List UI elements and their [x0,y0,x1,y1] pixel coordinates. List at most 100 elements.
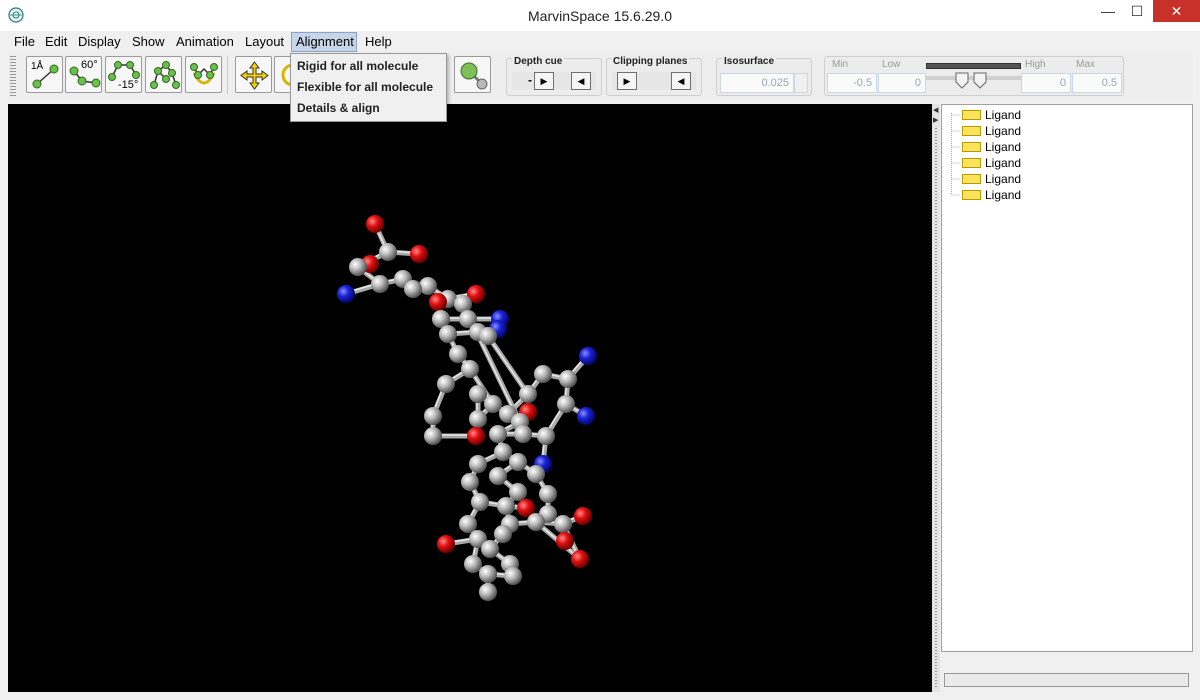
isosurface-spinner[interactable] [794,73,808,93]
carbon-atom [489,425,507,443]
folder-icon [962,125,981,136]
menu-alignment[interactable]: Alignment [296,34,354,49]
folder-icon [962,157,981,168]
carbon-atom [489,467,507,485]
measure-distance-button[interactable]: 1Å [26,56,63,93]
tree-item-ligand-3[interactable]: Ligand [962,140,1021,154]
carbon-atom [559,370,577,388]
range-thumbs-icon[interactable] [955,72,991,90]
carbon-atom [469,385,487,403]
tree-item-ligand-6[interactable]: Ligand [962,188,1021,202]
select-fragment-button[interactable] [145,56,182,93]
measure-angle-label: 60° [81,59,98,71]
carbon-atom [527,465,545,483]
carbon-atom [557,395,575,413]
menu-help[interactable]: Help [365,34,392,49]
carbon-atom [404,280,422,298]
isosurface-input[interactable]: 0.025 [720,73,794,93]
range-low-input[interactable]: 0 [878,73,926,93]
tree-item-label: Ligand [985,108,1022,122]
nitrogen-atom [577,407,595,425]
carbon-atom [519,385,537,403]
ring-select-icon [190,63,218,85]
toolbar-separator [227,56,228,94]
carbon-atom [537,427,555,445]
oxygen-atom [467,427,485,445]
range-min-input[interactable]: -0.5 [827,73,877,93]
folder-icon [962,141,981,152]
oxygen-atom [437,535,455,553]
menu-item-flexible[interactable]: Flexible for all molecule [297,80,433,94]
clipping-planes-label: Clipping planes [611,56,690,67]
clipping-left-button[interactable]: ◀ [671,72,691,90]
collapse-left-arrow[interactable]: ◀ [933,106,938,114]
menu-animation[interactable]: Animation [176,34,234,49]
carbon-atom [481,540,499,558]
measure-distance-label: 1Å [31,61,44,72]
menu-item-details-align[interactable]: Details & align [297,101,380,115]
tree-item-label: Ligand [985,140,1022,154]
menu-edit[interactable]: Edit [45,34,67,49]
range-low-label: Low [882,59,901,70]
carbon-atom [469,410,487,428]
carbon-atom [497,497,515,515]
tree-item-label: Ligand [985,172,1022,186]
carbon-atom [419,277,437,295]
minimize-button[interactable]: — [1095,0,1121,22]
tree-lines [951,113,960,196]
range-high-label: High [1025,59,1046,70]
carbon-atom [437,375,455,393]
menu-file[interactable]: File [14,34,35,49]
select-ring-button[interactable] [185,56,222,93]
carbon-atom [461,473,479,491]
oxygen-atom [429,293,447,311]
folder-icon [962,173,981,184]
menu-layout[interactable]: Layout [245,34,284,49]
carbon-atom [479,565,497,583]
tree-item-label: Ligand [985,188,1022,202]
molecule-select-icon [150,61,180,89]
maximize-button[interactable]: ☐ [1124,0,1150,22]
ball-stick-button[interactable] [454,56,491,93]
depth-cue-right-button[interactable]: ▶ [534,72,554,90]
menu-display[interactable]: Display [78,34,121,49]
tree-item-ligand-5[interactable]: Ligand [962,172,1021,186]
measure-dihedral-button[interactable]: -15° [105,56,142,93]
tree-item-label: Ligand [985,124,1022,138]
toolbar-grip[interactable] [10,56,16,96]
carbon-atom [469,455,487,473]
carbon-atom [371,275,389,293]
collapse-right-arrow[interactable]: ▶ [933,116,938,124]
oxygen-atom [556,532,574,550]
carbon-atom [461,360,479,378]
tree-item-ligand-1[interactable]: Ligand [962,108,1021,122]
carbon-atom [464,555,482,573]
status-progress [944,673,1189,687]
carbon-atom [439,325,457,343]
translate-button[interactable] [235,56,272,93]
carbon-atom [479,327,497,345]
carbon-atom [424,407,442,425]
nitrogen-atom [337,285,355,303]
measure-angle-button[interactable]: 60° [65,56,102,93]
carbon-atom [509,483,527,501]
tree-item-ligand-2[interactable]: Ligand [962,124,1021,138]
menu-show[interactable]: Show [132,34,165,49]
carbon-atom [509,453,527,471]
carbon-atom [539,485,557,503]
panel-splitter[interactable]: ◀ ▶ [932,104,940,692]
range-track [926,63,1021,69]
range-max-label: Max [1076,59,1095,70]
oxygen-atom [571,550,589,568]
menu-item-rigid[interactable]: Rigid for all molecule [297,59,418,73]
depth-cue-left-button[interactable]: ◀ [571,72,591,90]
molecule-viewport[interactable] [8,104,932,692]
range-high-input[interactable]: 0 [1021,73,1071,93]
measure-dihedral-label: -15° [118,79,139,91]
close-button[interactable]: ✕ [1153,0,1200,22]
oxygen-atom [574,507,592,525]
carbon-atom [424,427,442,445]
tree-item-ligand-4[interactable]: Ligand [962,156,1021,170]
clipping-right-button[interactable]: ▶ [617,72,637,90]
range-max-input[interactable]: 0.5 [1072,73,1122,93]
